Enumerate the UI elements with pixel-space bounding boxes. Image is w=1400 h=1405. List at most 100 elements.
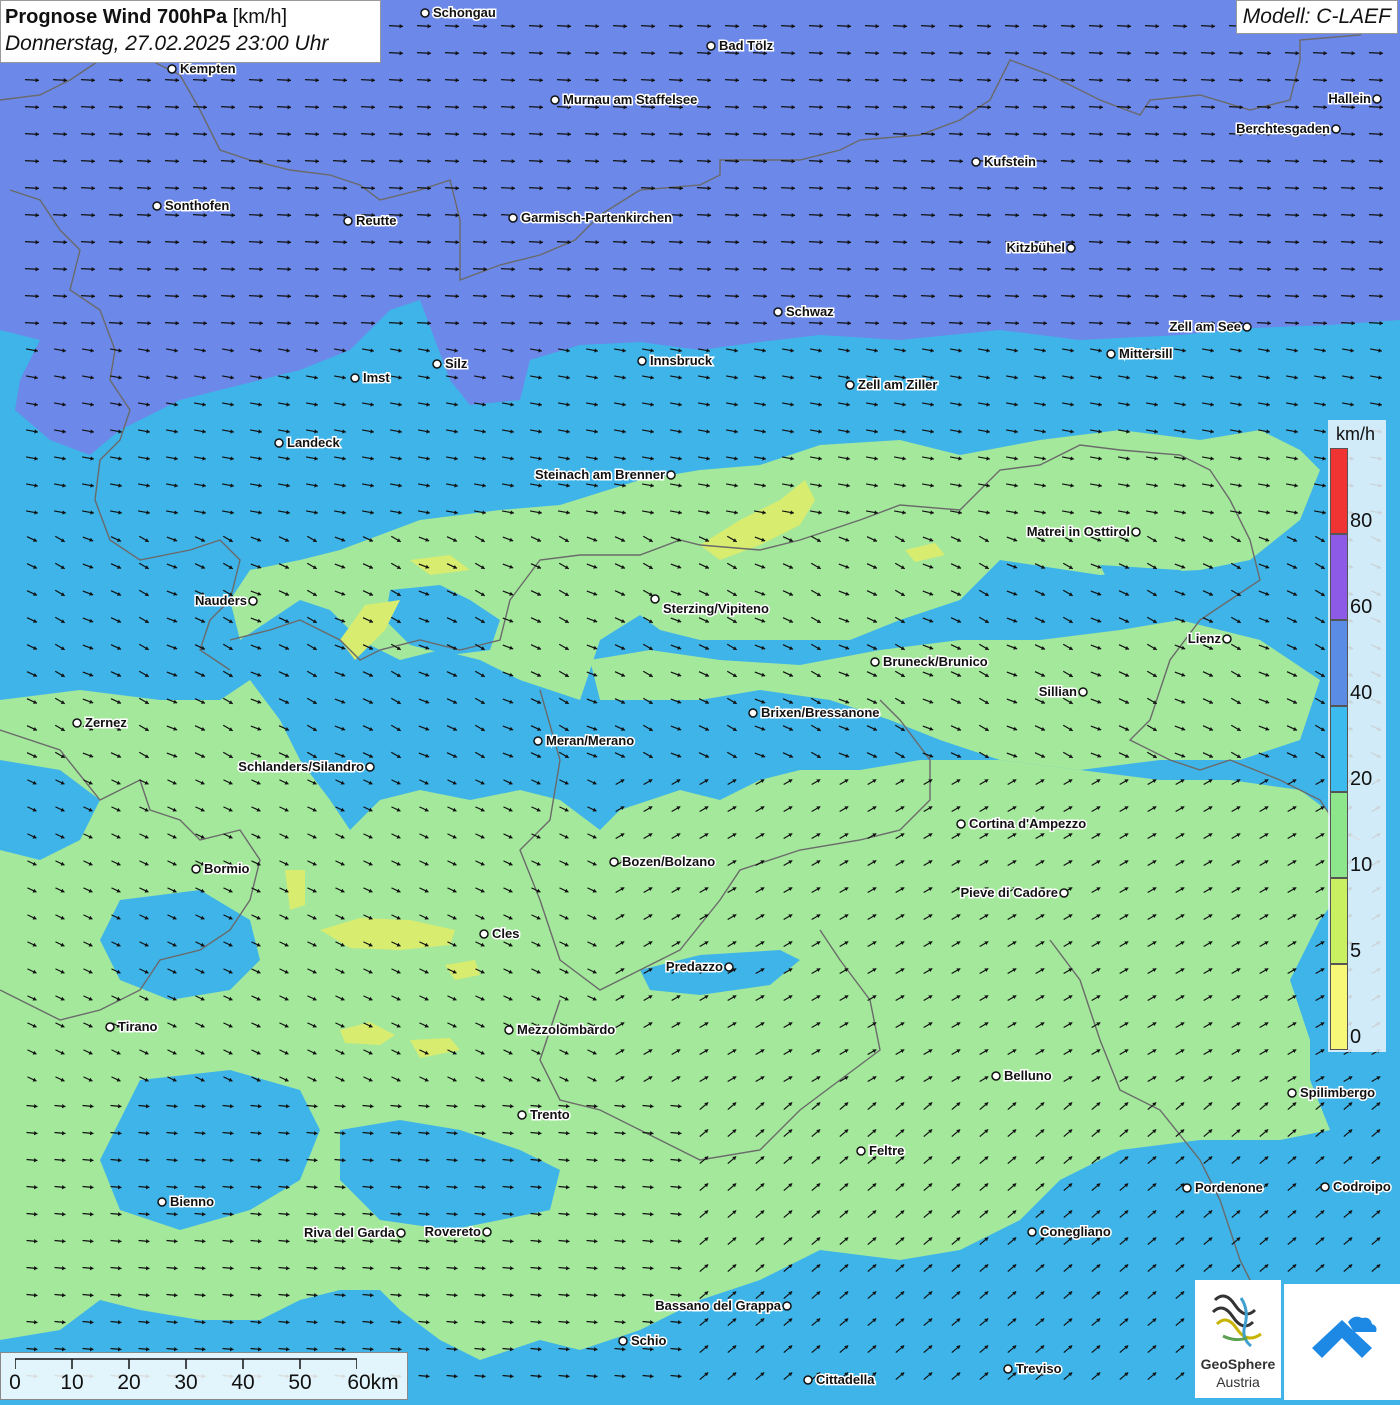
city-dot-icon [167, 64, 177, 74]
city-label: Bormio [204, 861, 250, 876]
city-brixen-bressanone[interactable]: Brixen/Bressanone [748, 704, 881, 722]
city-label: Landeck [287, 435, 341, 450]
city-label: Brixen/Bressanone [761, 705, 880, 720]
city-dot-icon [609, 857, 619, 867]
city-conegliano[interactable]: Conegliano [1027, 1223, 1112, 1241]
city-dot-icon [666, 470, 676, 480]
city-dot-icon [991, 1071, 1001, 1081]
city-mezzolombardo[interactable]: Mezzolombardo [504, 1021, 617, 1039]
city-label: Schio [631, 1333, 666, 1348]
city-label: Silz [445, 356, 468, 371]
city-dot-icon [152, 201, 162, 211]
title-unit: [km/h] [232, 6, 288, 28]
city-bruneck-brunico[interactable]: Bruneck/Brunico [870, 653, 989, 671]
city-meran-merano[interactable]: Meran/Merano [533, 732, 636, 750]
city-dot-icon [350, 373, 360, 383]
city-dot-icon [956, 819, 966, 829]
city-label: Bozen/Bolzano [622, 854, 715, 869]
city-dot-icon [1242, 322, 1252, 332]
legend-color-segment [1330, 534, 1348, 620]
city-label: Schongau [433, 5, 496, 20]
city-label: Lienz [1188, 631, 1222, 646]
app-logo[interactable] [1284, 1284, 1400, 1400]
city-bozen-bolzano[interactable]: Bozen/Bolzano [609, 853, 717, 871]
wind-map[interactable]: Schongau Bad Tölz Kempten Murnau am Staffel… [0, 0, 1400, 1400]
legend-color-segment [1330, 878, 1348, 964]
city-label: Reutte [356, 213, 396, 228]
city-label: Steinach am Brenner [535, 467, 665, 482]
city-label: Sterzing/Vipiteno [663, 601, 769, 616]
city-innsbruck[interactable]: Innsbruck [637, 352, 714, 370]
city-bassano-del-grappa[interactable]: Bassano del Grappa [654, 1297, 792, 1315]
city-murnau-am-staffelsee[interactable]: Murnau am Staffelsee [550, 91, 699, 109]
geosphere-country: Austria [1216, 1374, 1260, 1390]
city-dot-icon [274, 438, 284, 448]
legend-color-segment [1330, 964, 1348, 1050]
city-berchtesgaden[interactable]: Berchtesgaden [1235, 120, 1341, 138]
city-matrei-in-osttirol[interactable]: Matrei in Osttirol [1025, 523, 1141, 541]
scale-bar: 0 10 20 30 40 50 60km [0, 1352, 408, 1400]
city-dot-icon [803, 1375, 813, 1385]
scale-label-50: 50 [288, 1371, 312, 1394]
city-dot-icon [432, 359, 442, 369]
city-zell-am-see[interactable]: Zell am See [1168, 318, 1252, 336]
city-label: Spilimbergo [1300, 1085, 1375, 1100]
city-label: Rovereto [425, 1224, 481, 1239]
city-dot-icon [482, 1227, 492, 1237]
legend-color-segment [1330, 448, 1348, 534]
city-spilimbergo[interactable]: Spilimbergo [1287, 1084, 1377, 1102]
city-cortina-d-ampezzo[interactable]: Cortina d'Ampezzo [956, 815, 1088, 833]
city-pieve-di-cadore[interactable]: Pieve di Cadore [959, 884, 1069, 902]
city-dot-icon [191, 864, 201, 874]
city-steinach-am-brenner[interactable]: Steinach am Brenner [533, 466, 676, 484]
city-label: Kufstein [984, 154, 1036, 169]
city-label: Zell am Ziller [858, 377, 937, 392]
geosphere-logo[interactable]: GeoSphere Austria [1195, 1280, 1281, 1398]
city-label: Berchtesgaden [1236, 121, 1330, 136]
title-main-text: Prognose Wind 700hPa [5, 6, 228, 28]
city-dot-icon [105, 1022, 115, 1032]
legend-label-0: 0 [1350, 1026, 1362, 1048]
city-label: Pordenone [1195, 1180, 1263, 1195]
city-label: Sillian [1039, 684, 1077, 699]
city-dot-icon [479, 929, 489, 939]
city-dot-icon [550, 95, 560, 105]
scale-label-10: 10 [60, 1371, 84, 1394]
city-kitzb-hel[interactable]: Kitzbühel [1005, 239, 1076, 257]
city-label: Meran/Merano [546, 733, 634, 748]
city-label: Zernez [85, 715, 127, 730]
city-pordenone[interactable]: Pordenone [1182, 1179, 1264, 1197]
legend-unit: km/h [1336, 424, 1376, 444]
city-dot-icon [343, 216, 353, 226]
city-label: Bienno [170, 1194, 214, 1209]
city-sonthofen[interactable]: Sonthofen [152, 197, 231, 215]
city-label: Bassano del Grappa [655, 1298, 781, 1313]
city-dot-icon [396, 1228, 406, 1238]
city-dot-icon [420, 8, 430, 18]
city-riva-del-garda[interactable]: Riva del Garda [302, 1224, 406, 1242]
city-label: Zell am See [1169, 319, 1241, 334]
city-dot-icon [1027, 1227, 1037, 1237]
city-label: Cittadella [816, 1372, 875, 1387]
city-garmisch-partenkirchen[interactable]: Garmisch-Partenkirchen [508, 209, 674, 227]
city-schongau[interactable]: Schongau [420, 4, 497, 22]
city-label: Cortina d'Ampezzo [969, 816, 1086, 831]
city-label: Sonthofen [165, 198, 229, 213]
legend-label-80: 80 [1350, 510, 1373, 532]
city-label: Predazzo [666, 959, 723, 974]
city-label: Schwaz [786, 304, 834, 319]
legend-label-20: 20 [1350, 768, 1373, 790]
city-label: Riva del Garda [304, 1225, 396, 1240]
geosphere-emblem-icon [1211, 1294, 1262, 1348]
city-label: Innsbruck [650, 353, 713, 368]
scale-label-60km: 60km [347, 1371, 399, 1394]
city-dot-icon [773, 307, 783, 317]
city-schlanders-silandro[interactable]: Schlanders/Silandro [237, 758, 375, 776]
scale-label-30: 30 [174, 1371, 198, 1394]
title-box: Prognose Wind 700hPa [km/h] Donnerstag, … [0, 0, 381, 63]
city-dot-icon [72, 718, 82, 728]
city-dot-icon [1106, 349, 1116, 359]
city-predazzo[interactable]: Predazzo [664, 958, 734, 976]
city-zell-am-ziller[interactable]: Zell am Ziller [845, 376, 939, 394]
city-label: Codroipo [1333, 1179, 1391, 1194]
